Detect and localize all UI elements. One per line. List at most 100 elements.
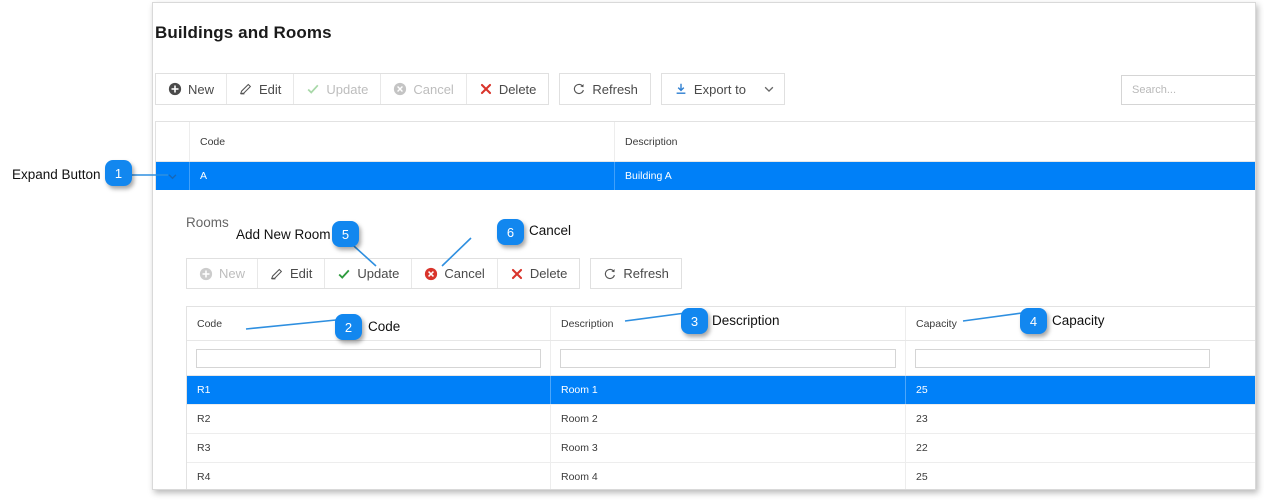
row-code: A (190, 162, 615, 190)
table-row[interactable]: R4 Room 4 25 (187, 463, 1255, 489)
main-panel: Buildings and Rooms New Edit Update Canc… (152, 2, 1256, 490)
export-to-button[interactable]: Export to (661, 74, 784, 104)
callout-3-number: 3 (690, 313, 699, 329)
room-capacity: 22 (916, 442, 928, 454)
room-code: R2 (187, 405, 551, 433)
plus-circle-icon (168, 82, 182, 96)
cancel-button-label: Cancel (413, 81, 454, 97)
room-description: Room 3 (551, 434, 906, 462)
pencil-icon (270, 267, 284, 281)
rooms-heading: Rooms (186, 215, 229, 230)
table-row[interactable]: A Building A (156, 162, 1255, 190)
room-capacity: 25 (916, 471, 928, 483)
edit-button-label: Edit (259, 81, 282, 97)
rooms-delete-button-label: Delete (529, 266, 568, 281)
leader-line-1 (128, 174, 168, 176)
callout-6: 6 (497, 219, 524, 245)
rooms-delete-button[interactable]: Delete (497, 259, 580, 288)
cancel-circle-icon (424, 267, 438, 281)
room-description: Room 1 (551, 376, 906, 404)
buildings-grid-header: Code Description (156, 122, 1255, 162)
buildings-grid: Code Description A Building A (155, 121, 1255, 190)
callout-5: 5 (332, 221, 359, 247)
table-row[interactable]: R3 Room 3 22 (187, 434, 1255, 463)
pencil-icon (239, 82, 253, 96)
row-description: Building A (625, 170, 672, 182)
refresh-icon (572, 82, 586, 96)
annotation-label-5: Add New Room (236, 227, 331, 242)
rooms-edit-button[interactable]: Edit (258, 259, 326, 288)
x-icon (479, 82, 493, 96)
export-to-button-label: Export to (693, 81, 746, 97)
download-icon (674, 82, 688, 96)
x-icon (510, 267, 524, 281)
plus-circle-icon (199, 267, 213, 281)
leader-line-2 (245, 318, 347, 330)
toolbar-group-refresh: Refresh (559, 73, 651, 105)
rooms-toolbar: New Edit Update Cancel Delete Refresh (186, 258, 682, 289)
callout-1-number: 1 (114, 165, 123, 181)
annotation-label-4: Capacity (1052, 313, 1105, 328)
rooms-update-button-label: Update (357, 266, 400, 281)
rooms-refresh-button-label: Refresh (623, 266, 669, 281)
rooms-filter-capacity-cell (906, 341, 1255, 375)
page-title: Buildings and Rooms (155, 23, 332, 42)
rooms-new-button: New (187, 259, 259, 288)
new-button[interactable]: New (156, 74, 228, 104)
rooms-new-button-label: New (219, 266, 246, 281)
callout-4-number: 4 (1029, 313, 1038, 329)
buildings-toolbar: New Edit Update Cancel Delete Refresh Ex… (155, 73, 785, 105)
rooms-edit-button-label: Edit (290, 266, 313, 281)
refresh-button-label: Refresh (592, 81, 638, 97)
buildings-header-expand (156, 122, 190, 161)
refresh-button[interactable]: Refresh (560, 74, 650, 104)
cancel-circle-icon (393, 82, 407, 96)
callout-2-number: 2 (344, 319, 353, 335)
annotation-label-2: Code (368, 319, 401, 334)
edit-button[interactable]: Edit (227, 74, 295, 104)
callout-2: 2 (335, 314, 362, 340)
annotation-label-3: Description (712, 313, 780, 328)
callout-5-number: 5 (341, 226, 350, 242)
rooms-filter-description-input[interactable] (560, 348, 896, 368)
callout-6-number: 6 (506, 224, 515, 240)
annotation-label-6: Cancel (529, 223, 572, 238)
rooms-filter-code-input[interactable] (196, 348, 541, 368)
delete-button-label: Delete (498, 81, 537, 97)
rooms-toolbar-group-refresh: Refresh (590, 258, 682, 289)
cancel-button: Cancel (381, 74, 467, 104)
update-button-label: Update (326, 81, 369, 97)
toolbar-group-crud: New Edit Update Cancel Delete (155, 73, 550, 105)
room-description: Room 2 (551, 405, 906, 433)
rooms-filter-code-cell (187, 341, 551, 375)
check-icon (337, 267, 351, 281)
room-code: R4 (187, 463, 551, 489)
new-button-label: New (188, 81, 215, 97)
buildings-header-description[interactable]: Description (615, 122, 1255, 161)
delete-button[interactable]: Delete (466, 74, 549, 104)
room-code: R3 (187, 434, 551, 462)
rooms-filter-capacity-input[interactable] (915, 348, 1210, 368)
buildings-header-code[interactable]: Code (190, 122, 615, 161)
toolbar-group-export: Export to (660, 73, 785, 105)
table-row[interactable]: R2 Room 2 23 (187, 405, 1255, 434)
chevron-down-icon (762, 82, 776, 96)
callout-3: 3 (681, 308, 708, 334)
room-capacity: 25 (916, 384, 928, 396)
check-icon (306, 82, 320, 96)
table-row[interactable]: R1 Room 1 25 (187, 376, 1255, 405)
buildings-search-input[interactable] (1130, 83, 1254, 97)
refresh-icon (603, 267, 617, 281)
buildings-search-box[interactable] (1121, 75, 1255, 105)
rooms-cancel-button-label: Cancel (444, 266, 485, 281)
room-capacity: 23 (916, 413, 928, 425)
room-description: Room 4 (551, 463, 906, 489)
rooms-filter-row (187, 341, 1255, 376)
leader-line-6 (441, 237, 472, 267)
callout-1: 1 (105, 160, 132, 186)
callout-4: 4 (1020, 308, 1047, 334)
rooms-filter-description-cell (551, 341, 906, 375)
annotation-label-1: Expand Button (12, 167, 101, 182)
rooms-refresh-button[interactable]: Refresh (591, 259, 681, 288)
room-code: R1 (187, 376, 551, 404)
